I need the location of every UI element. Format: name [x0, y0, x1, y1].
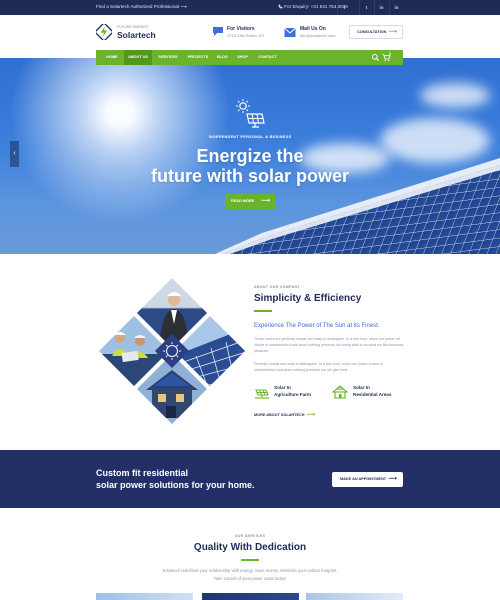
chat-bubble-icon [213, 27, 223, 36]
visitors-title: For Visitors [227, 26, 255, 32]
feature-residential: Solar In Residential Areas [353, 385, 391, 398]
authorized-pro-text: Find a Solartech Authorized Professional [96, 4, 179, 9]
title-underline [241, 559, 259, 561]
feature-agriculture-line2: Agriculture Farm [274, 391, 312, 397]
mail-icon [284, 27, 296, 37]
services-desc-line1: Solartech redefines your relationship wi… [162, 568, 338, 573]
residential-solar-icon [332, 385, 348, 399]
logo-name[interactable]: Solartech [117, 30, 156, 40]
hero-kicker: INDEPENDENT PERSONAL & BUSINESS [208, 135, 292, 139]
about-paragraph-2: Perfectly simple and easy to distinguish… [254, 362, 383, 372]
main-nav: HOME ABOUT US SERVICES PROJECTS BLOG SHO… [96, 50, 403, 65]
feature-residential-line2: Residential Areas [353, 391, 392, 397]
more-about-label: MORE ABOUT SOLARTECH [254, 413, 305, 417]
search-icon[interactable] [371, 53, 380, 62]
nav-services[interactable]: SERVICES [154, 50, 182, 65]
arrow-right-icon: ⟶ [388, 476, 397, 482]
hero-title-line2: future with solar power [150, 166, 350, 186]
service-card-image[interactable] [306, 593, 403, 600]
consultation-label: CONSULTATION [357, 30, 387, 34]
twitter-icon[interactable]: t [359, 0, 373, 15]
arrow-right-icon: ⟶ [306, 412, 316, 418]
top-bar: Find a Solartech Authorized Professional… [0, 0, 500, 15]
service-card-image[interactable] [202, 593, 299, 600]
read-more-button[interactable]: READ MORE ⟶ [225, 194, 275, 209]
feature-agriculture: Solar In Agriculture Farm [274, 385, 311, 398]
about-title: Simplicity & Efficiency [254, 293, 362, 304]
about-paragraph-1: These cases are perfectly simple and eas… [254, 337, 404, 353]
feature-residential-line1: Solar In [353, 385, 370, 390]
nav-about-us[interactable]: ABOUT US [124, 50, 152, 65]
services-title: Quality With Dedication [193, 542, 307, 553]
linkedin-alt-icon[interactable]: in [389, 0, 403, 15]
nav-blog[interactable]: BLOG [214, 50, 231, 65]
visitors-address: 4718 13th Street, NY [227, 33, 265, 38]
arrow-right-icon: ⟶ [261, 198, 270, 204]
arrow-right-icon: ⟶ [180, 4, 187, 9]
cta-line2: solar power solutions for your home. [96, 480, 255, 490]
make-appointment-button[interactable]: MAKE AN APPOINTMENT ⟶ [332, 472, 403, 487]
arrow-right-icon: ⟶ [388, 29, 397, 35]
title-underline [254, 310, 272, 312]
services-desc-line2: Take control of your power costs today! [213, 576, 287, 581]
site-header: FUTURE ENERGY Solartech For Visitors 471… [0, 15, 500, 50]
phone-icon [278, 4, 283, 9]
nav-contact[interactable]: CONTACT [254, 50, 281, 65]
hero-title-line1: Energize the [196, 146, 304, 166]
services-kicker: OUR SERVICES [234, 534, 266, 538]
mail-title: Mail Us On [300, 26, 326, 32]
about-kicker: ABOUT OUR COMPANY [254, 285, 300, 289]
about-diamond-collage [99, 278, 245, 424]
make-appointment-label: MAKE AN APPOINTMENT [340, 477, 387, 481]
solartech-logo-icon[interactable] [96, 24, 112, 40]
cta-headline: Custom fit residential solar power solut… [96, 467, 255, 491]
nav-projects[interactable]: PROJECTS [184, 50, 212, 65]
cart-count: 0 [389, 52, 391, 56]
cta-line1: Custom fit residential [96, 468, 189, 478]
more-about-link[interactable]: MORE ABOUT SOLARTECH ⟶ [254, 411, 315, 418]
nav-shop[interactable]: SHOP [233, 50, 252, 65]
center-diamond [155, 334, 189, 368]
agriculture-solar-icon [255, 389, 269, 399]
read-more-label: READ MORE [231, 199, 255, 203]
cta-band: Custom fit residential solar power solut… [0, 450, 500, 508]
logo-tagline: FUTURE ENERGY [117, 25, 149, 29]
mail-address[interactable]: info@solartech.com [300, 33, 335, 38]
consultation-button[interactable]: CONSULTATION ⟶ [349, 25, 403, 39]
hero-slider: ‹ INDEPENDENT PERSONAL & BUSINESS Energi… [0, 58, 500, 254]
service-card-image[interactable] [96, 593, 193, 600]
nav-home[interactable]: HOME [101, 50, 123, 65]
linkedin-icon[interactable]: in [374, 0, 388, 15]
about-lead: Experience The Power of The Sun at its F… [254, 323, 380, 329]
authorized-pro-link[interactable]: Find a Solartech Authorized Professional… [96, 4, 187, 10]
facebook-icon[interactable]: f [337, 0, 351, 15]
feature-agriculture-line1: Solar In [274, 385, 291, 390]
solar-panel-icon [236, 99, 265, 128]
